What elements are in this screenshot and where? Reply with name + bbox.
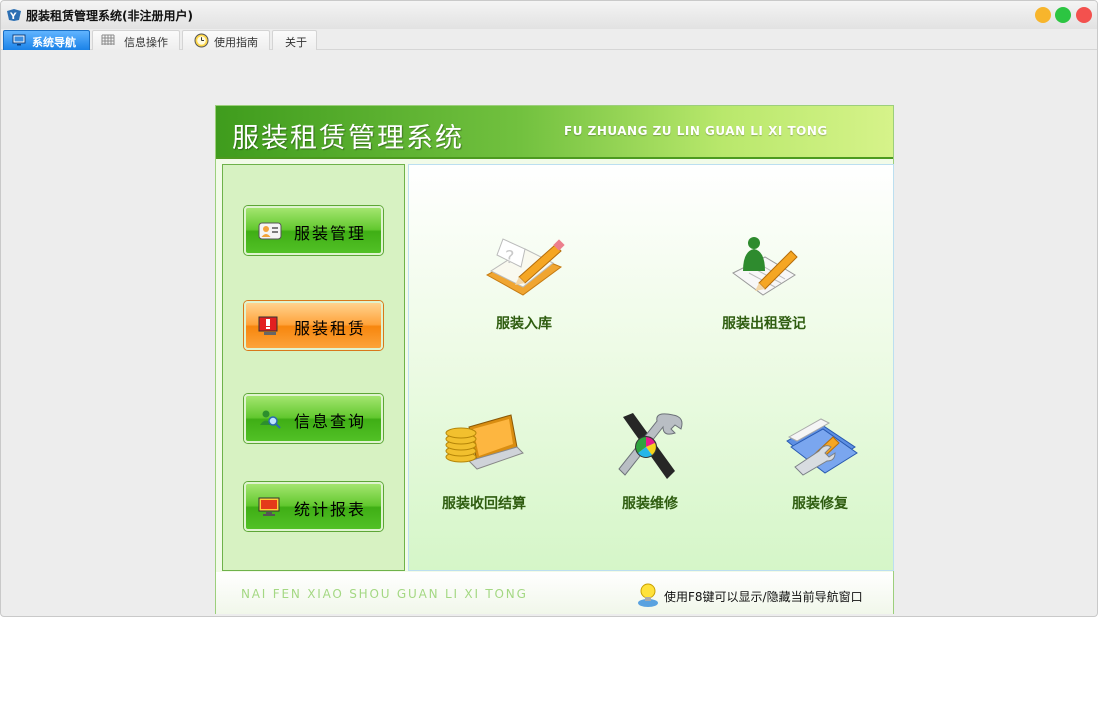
person-document-icon xyxy=(732,237,798,296)
window-title: 服装租赁管理系统(非注册用户) xyxy=(26,9,193,23)
tools-icon xyxy=(618,413,683,479)
nav-label: 服装租赁 xyxy=(294,319,367,338)
tab-bar: 系统导航 信息操作 使用指南 关于 xyxy=(1,29,1097,50)
tab-info-ops[interactable]: 信息操作 xyxy=(92,30,180,50)
clock-icon xyxy=(194,33,209,48)
footer-slogan: NAI FEN XIAO SHOU GUAN LI XI TONG xyxy=(241,587,528,601)
tab-label: 关于 xyxy=(285,36,307,49)
func-label: 服装修复 xyxy=(792,496,848,512)
clothing-rental-button[interactable]: 服装租赁 xyxy=(244,301,383,350)
maximize-button[interactable] xyxy=(1055,7,1071,23)
clothing-stock-in[interactable]: ? 服装入库 xyxy=(479,227,569,337)
statistics-report-button[interactable]: 统计报表 xyxy=(244,482,383,531)
clothing-management-button[interactable]: 服装管理 xyxy=(244,206,383,255)
func-label: 服装收回结算 xyxy=(442,496,526,512)
tab-about[interactable]: 关于 xyxy=(272,30,317,50)
func-label: 服装入库 xyxy=(496,316,552,332)
tab-system-nav[interactable]: 系统导航 xyxy=(3,30,90,50)
tab-label: 系统导航 xyxy=(32,36,76,49)
navigation-panel: 服装租赁管理系统 FU ZHUANG ZU LIN GUAN LI XI TON… xyxy=(215,105,894,614)
contact-card-icon xyxy=(258,222,282,240)
tab-user-guide[interactable]: 使用指南 xyxy=(182,30,270,50)
title-bar[interactable]: Y 服装租赁管理系统(非注册用户) xyxy=(1,1,1097,29)
clothing-rental-registration[interactable]: 服装出租登记 xyxy=(719,227,809,337)
panel-footer: NAI FEN XIAO SHOU GUAN LI XI TONG 使用F8键可… xyxy=(216,572,893,614)
panel-header: 服装租赁管理系统 FU ZHUANG ZU LIN GUAN LI XI TON… xyxy=(216,106,893,159)
lightbulb-icon xyxy=(638,583,658,607)
close-button[interactable] xyxy=(1076,7,1092,23)
nav-label: 服装管理 xyxy=(294,224,367,243)
func-label: 服装维修 xyxy=(622,496,678,512)
system-subtitle: FU ZHUANG ZU LIN GUAN LI XI TONG xyxy=(564,124,828,138)
clothing-repair[interactable]: 服装维修 xyxy=(605,407,695,517)
book-pencil-icon: ? xyxy=(485,238,565,296)
app-window: Y 服装租赁管理系统(非注册用户) 系统导航 信息操作 使用指南 关于 服装租赁… xyxy=(0,0,1098,617)
info-query-button[interactable]: 信息查询 xyxy=(244,394,383,443)
clothing-restoration[interactable]: 服装修复 xyxy=(775,407,865,517)
svg-text:?: ? xyxy=(505,247,515,268)
function-area: ? 服装入库 服装出租登记 服装收回结算 服装维修 服装修复 xyxy=(408,164,894,571)
app-logo-icon: Y xyxy=(7,9,21,22)
tab-label: 使用指南 xyxy=(214,36,258,49)
monitor-icon xyxy=(12,34,26,46)
folder-wrench-icon xyxy=(786,418,858,476)
report-monitor-icon xyxy=(258,497,280,516)
tab-label: 信息操作 xyxy=(124,36,168,49)
clothing-return-settlement[interactable]: 服装收回结算 xyxy=(439,407,529,517)
minimize-button[interactable] xyxy=(1035,7,1051,23)
f8-hint: 使用F8键可以显示/隐藏当前导航窗口 xyxy=(664,590,863,604)
alert-monitor-icon xyxy=(258,316,278,335)
grid-icon xyxy=(101,34,115,45)
search-people-icon xyxy=(260,410,281,429)
nav-label: 统计报表 xyxy=(294,500,367,519)
system-title: 服装租赁管理系统 xyxy=(232,123,464,154)
func-label: 服装出租登记 xyxy=(722,316,806,332)
coins-laptop-icon xyxy=(445,414,524,470)
nav-label: 信息查询 xyxy=(294,412,367,431)
svg-text:Y: Y xyxy=(9,12,17,22)
nav-sidebar: 服装管理 服装租赁 信息查询 统计报表 xyxy=(222,164,405,571)
